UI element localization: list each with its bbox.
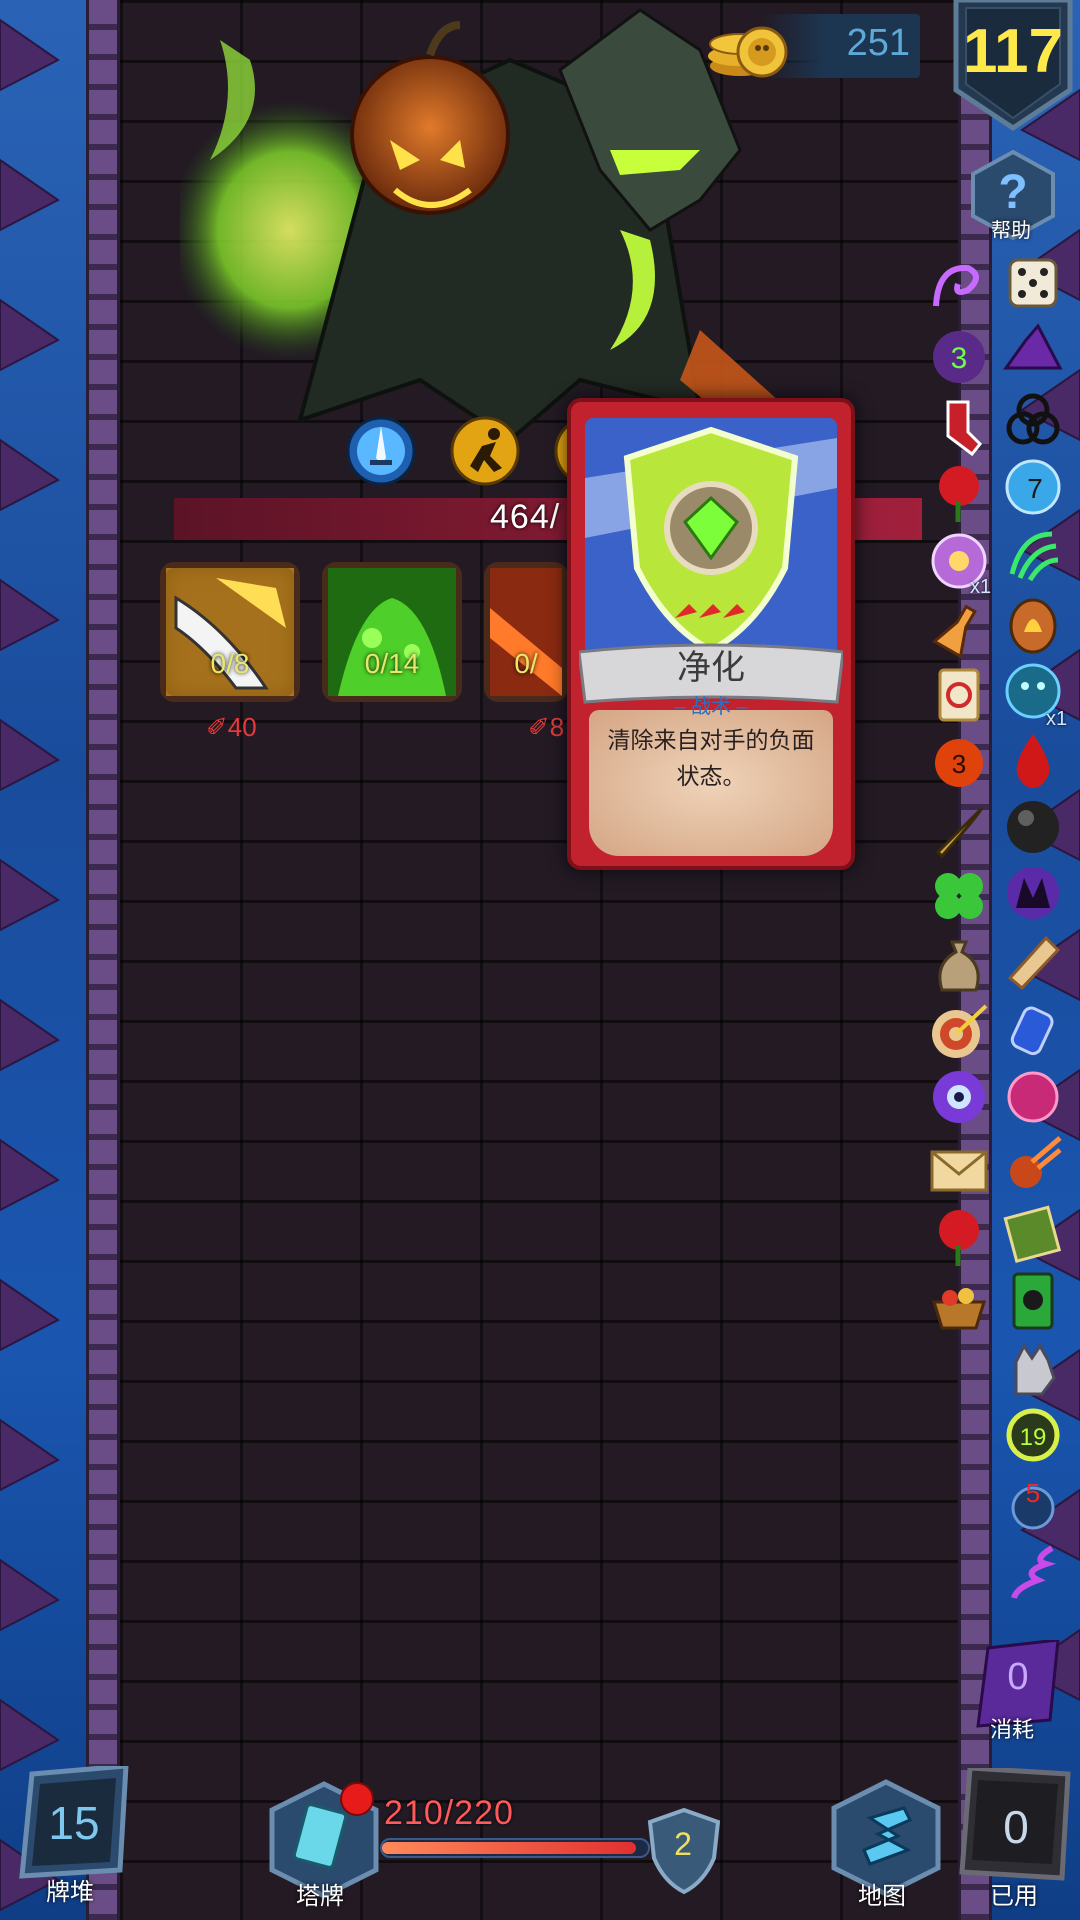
notification-dot [340,1782,374,1816]
blood-drop-icon[interactable] [1002,730,1064,792]
green-card-icon[interactable] [1002,1270,1064,1332]
card-type: – 战术 – [674,696,748,718]
block-value: 2 [674,1826,692,1862]
relic-stack-count: x1 [970,576,992,598]
tower-deck-label: 塔牌 [296,1883,344,1910]
svg-text:3: 3 [951,342,968,375]
svg-text:5: 5 [1026,1478,1040,1508]
svg-text:3: 3 [952,749,966,779]
map-label: 地图 [858,1883,906,1910]
potion-icon[interactable] [928,598,990,660]
energy-text: 210/220 [384,1794,514,1832]
left-stone-pillar [86,0,120,1920]
svg-text:7: 7 [1027,473,1043,504]
black-orb-icon[interactable] [1002,796,1064,858]
flee-intent-icon[interactable] [450,416,520,486]
slot-damage: ✐40 [206,712,257,742]
triquetra-icon[interactable] [1002,388,1064,450]
potion-jar-icon[interactable] [1002,998,1064,1060]
flame-mask-icon[interactable] [1002,862,1064,924]
card-tooltip[interactable]: 净化 – 战术 – 清除来自对手的负面 状态。 [567,398,855,870]
card-title: 净化 [677,648,745,688]
rose-icon[interactable] [928,1206,990,1268]
fire-egg-icon[interactable] [1002,592,1064,654]
card-description: 清除来自对手的负面 状态。 [607,727,815,789]
nineteen-ring-icon[interactable]: 19 [1002,1404,1064,1466]
seven-orb-icon[interactable]: 7 [1002,456,1064,518]
boss-skill-slot[interactable]: 0/14 [322,562,462,702]
relic-stack-count: x1 [1046,708,1068,730]
gold-coins-icon [708,26,788,78]
discard-count: 0 [1003,1801,1029,1853]
dice-icon[interactable] [1002,252,1064,314]
floor-number: 117 [962,17,1064,86]
wizard-hat-icon[interactable] [1002,320,1064,382]
energy-bar-fill [382,1842,636,1854]
slot-counter: 0/ [514,648,538,679]
five-ring-icon[interactable]: 5 [1002,1472,1064,1534]
coin-count: 251 [846,22,910,64]
scroll-icon[interactable] [1002,930,1064,992]
slot-counter: 0/14 [364,648,420,679]
pink-orb-icon[interactable] [1002,1066,1064,1128]
purple-tornado-icon[interactable] [1002,1540,1064,1602]
rose-icon[interactable] [928,462,990,524]
svg-text:19: 19 [1020,1424,1047,1451]
eye-swirl-icon[interactable] [928,1066,990,1128]
damage-sword-icon: ✐ [206,712,228,742]
slot-counter: 0/8 [210,648,250,679]
svg-text:?: ? [998,166,1027,219]
card-swap-icon[interactable] [928,664,990,726]
discard-label: 已用 [990,1883,1038,1910]
book-icon[interactable] [1002,1202,1064,1264]
draw-pile-count: 15 [48,1797,100,1849]
spiral-rune-icon[interactable] [928,256,990,318]
fruit-basket-icon[interactable] [928,1272,990,1334]
green-claw-icon[interactable] [1002,524,1064,586]
clover-icon[interactable] [928,866,990,928]
exhaust-count: 0 [1007,1656,1029,1698]
damage-sword-icon: ✐ [528,712,550,742]
sword-intent-icon[interactable] [346,416,416,486]
slot-damage: ✐8 [528,712,565,742]
fire-three-icon[interactable]: 3 [928,732,990,794]
boss-hp-text: 464/ [490,498,561,536]
meteor-icon[interactable] [1002,1134,1064,1196]
left-thorn-border [0,18,60,1912]
green-three-icon[interactable]: 3 [928,326,990,388]
draw-pile-label: 牌堆 [46,1879,94,1906]
boss-skill-slot[interactable]: 0/ [484,562,568,702]
help-label: 帮助 [991,220,1031,242]
target-arrow-icon[interactable] [928,1000,990,1062]
exhaust-label: 消耗 [989,1717,1034,1742]
stocking-icon[interactable] [928,396,990,458]
gauntlet-icon[interactable] [1002,1338,1064,1400]
sack-icon[interactable] [928,934,990,996]
envelope-icon[interactable] [928,1140,990,1202]
purify-shield-icon [585,418,837,666]
bullet-icon[interactable] [928,800,990,862]
boss-skill-slot[interactable]: 0/8 [160,562,300,702]
